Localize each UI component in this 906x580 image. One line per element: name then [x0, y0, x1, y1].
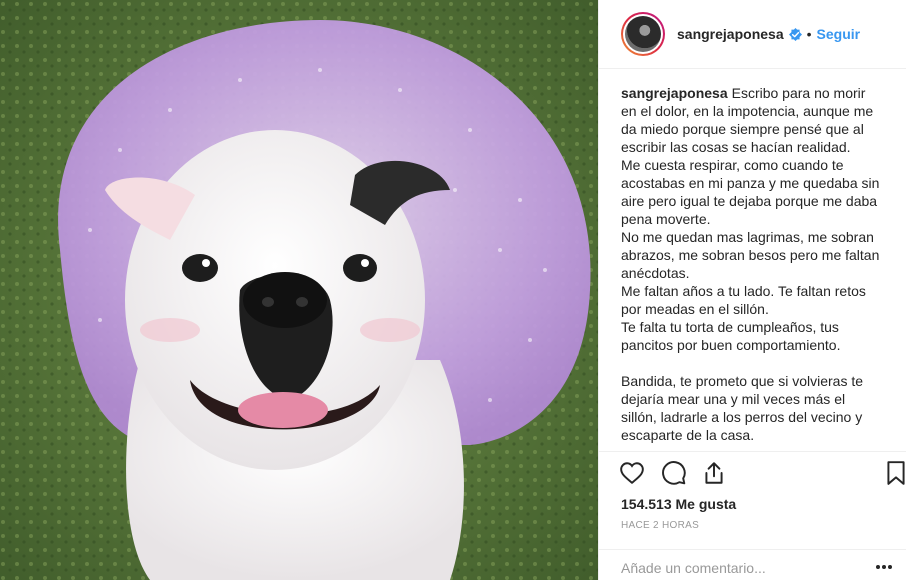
username-link[interactable]: sangrejaponesa	[677, 26, 784, 42]
bulldog-in-tutu-image	[0, 0, 598, 580]
heart-icon[interactable]	[619, 460, 647, 488]
post-photo[interactable]	[0, 0, 598, 580]
bookmark-icon[interactable]	[883, 460, 906, 488]
verified-badge-icon	[788, 27, 802, 41]
caption-author-link[interactable]: sangrejaponesa	[621, 85, 728, 101]
caption: sangrejaponesa Escribo para no morir en e…	[599, 70, 899, 444]
avatar[interactable]	[621, 12, 665, 56]
post-timestamp: HACE 2 HORAS	[621, 520, 700, 531]
action-bar: 154.513 Me gusta HACE 2 HORAS	[599, 451, 906, 579]
instagram-post: sangrejaponesa • Seguir sangrejaponesa Es…	[0, 0, 906, 580]
icon-row	[619, 460, 906, 490]
share-icon[interactable]	[701, 460, 729, 488]
more-options-icon[interactable]	[869, 557, 899, 577]
caption-area[interactable]: sangrejaponesa Escribo para no morir en e…	[599, 70, 906, 450]
separator-dot: •	[806, 26, 812, 42]
post-side-panel: sangrejaponesa • Seguir sangrejaponesa Es…	[598, 0, 906, 580]
caption-paragraph-3: No me quedan mas lagrimas, me sobran abr…	[621, 229, 880, 281]
comment-row	[599, 549, 906, 580]
caption-paragraph-1: sangrejaponesa Escribo para no morir en e…	[621, 84, 883, 156]
caption-paragraph-5: Te falta tu torta de cumpleaños, tus pan…	[621, 319, 841, 353]
caption-paragraph-4: Me faltan años a tu lado. Te faltan reto…	[621, 283, 866, 317]
post-header: sangrejaponesa • Seguir	[599, 0, 906, 69]
follow-button[interactable]: Seguir	[817, 26, 861, 42]
likes-count[interactable]: 154.513 Me gusta	[621, 496, 736, 512]
comment-input[interactable]	[621, 559, 861, 577]
caption-paragraph-6: Bandida, te prometo que si volvieras te …	[621, 373, 864, 443]
caption-paragraph-2: Me cuesta respirar, como cuando te acost…	[621, 157, 880, 227]
comment-icon[interactable]	[661, 460, 689, 488]
